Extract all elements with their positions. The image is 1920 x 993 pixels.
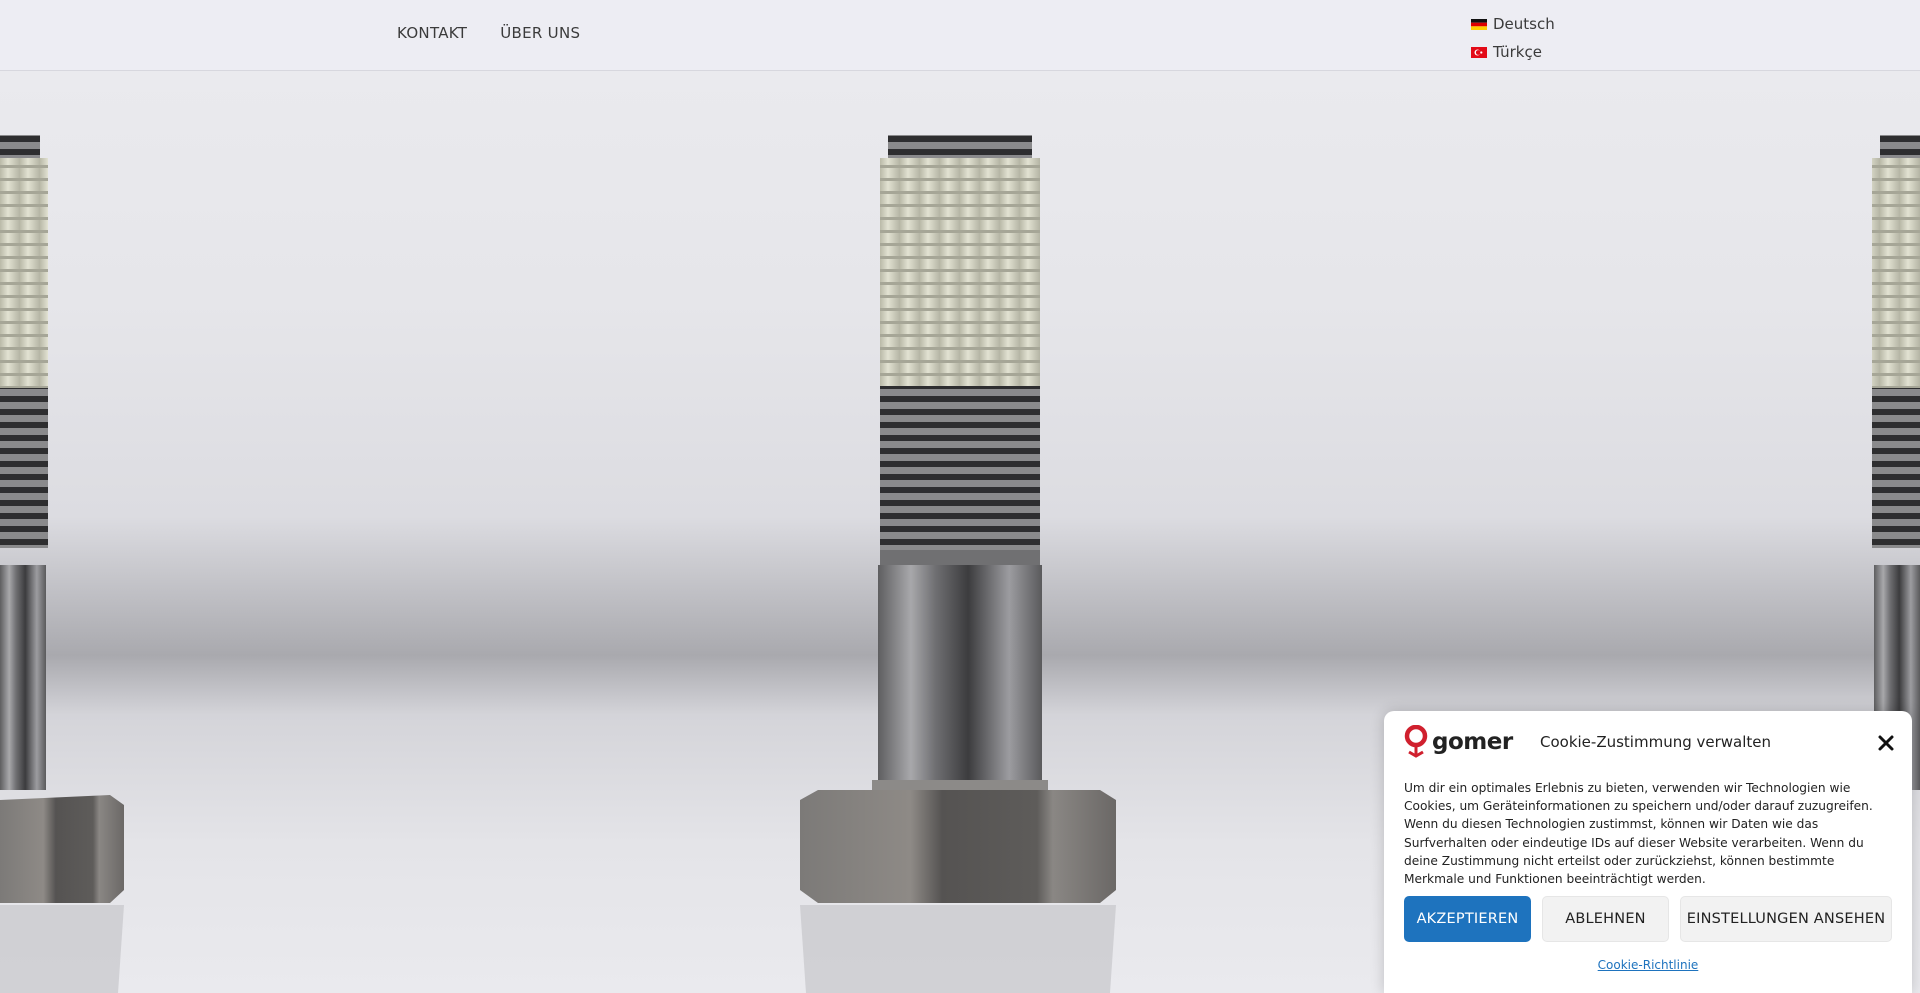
close-icon[interactable]: [1876, 733, 1896, 753]
de-flag-icon: [1471, 18, 1487, 30]
left-bolt: [0, 135, 124, 993]
deny-button[interactable]: ABLEHNEN: [1542, 896, 1669, 942]
nav-link-ueber-uns[interactable]: ÜBER UNS: [500, 24, 580, 42]
cookie-consent-dialog: gomer Cookie-Zustimmung verwalten Um dir…: [1384, 711, 1912, 993]
language-switcher: Deutsch Türkçe: [1471, 10, 1555, 66]
center-bolt: [800, 135, 1116, 993]
language-option-tuerkce[interactable]: Türkçe: [1471, 38, 1555, 66]
cookie-dialog-title: Cookie-Zustimmung verwalten: [1540, 733, 1772, 751]
cookie-policy-link[interactable]: Cookie-Richtlinie: [1384, 958, 1912, 972]
right-bolt: [1872, 135, 1920, 790]
site-header: KONTAKT ÜBER UNS Deutsch Türkçe: [0, 0, 1920, 71]
nav-link-kontakt[interactable]: KONTAKT: [397, 24, 467, 42]
language-label: Türkçe: [1493, 43, 1542, 61]
language-label: Deutsch: [1493, 15, 1555, 33]
accept-button[interactable]: AKZEPTIEREN: [1404, 896, 1531, 942]
language-option-deutsch[interactable]: Deutsch: [1471, 10, 1555, 38]
main-nav: KONTAKT ÜBER UNS: [397, 24, 580, 42]
cookie-description: Um dir ein optimales Erlebnis zu bieten,…: [1404, 781, 1873, 887]
tr-flag-icon: [1471, 46, 1487, 58]
brand-name: gomer: [1432, 729, 1513, 755]
brand-logo: gomer: [1404, 725, 1513, 759]
view-preferences-button[interactable]: EINSTELLUNGEN ANSEHEN: [1680, 896, 1892, 942]
gomer-logo-icon: [1404, 725, 1428, 758]
